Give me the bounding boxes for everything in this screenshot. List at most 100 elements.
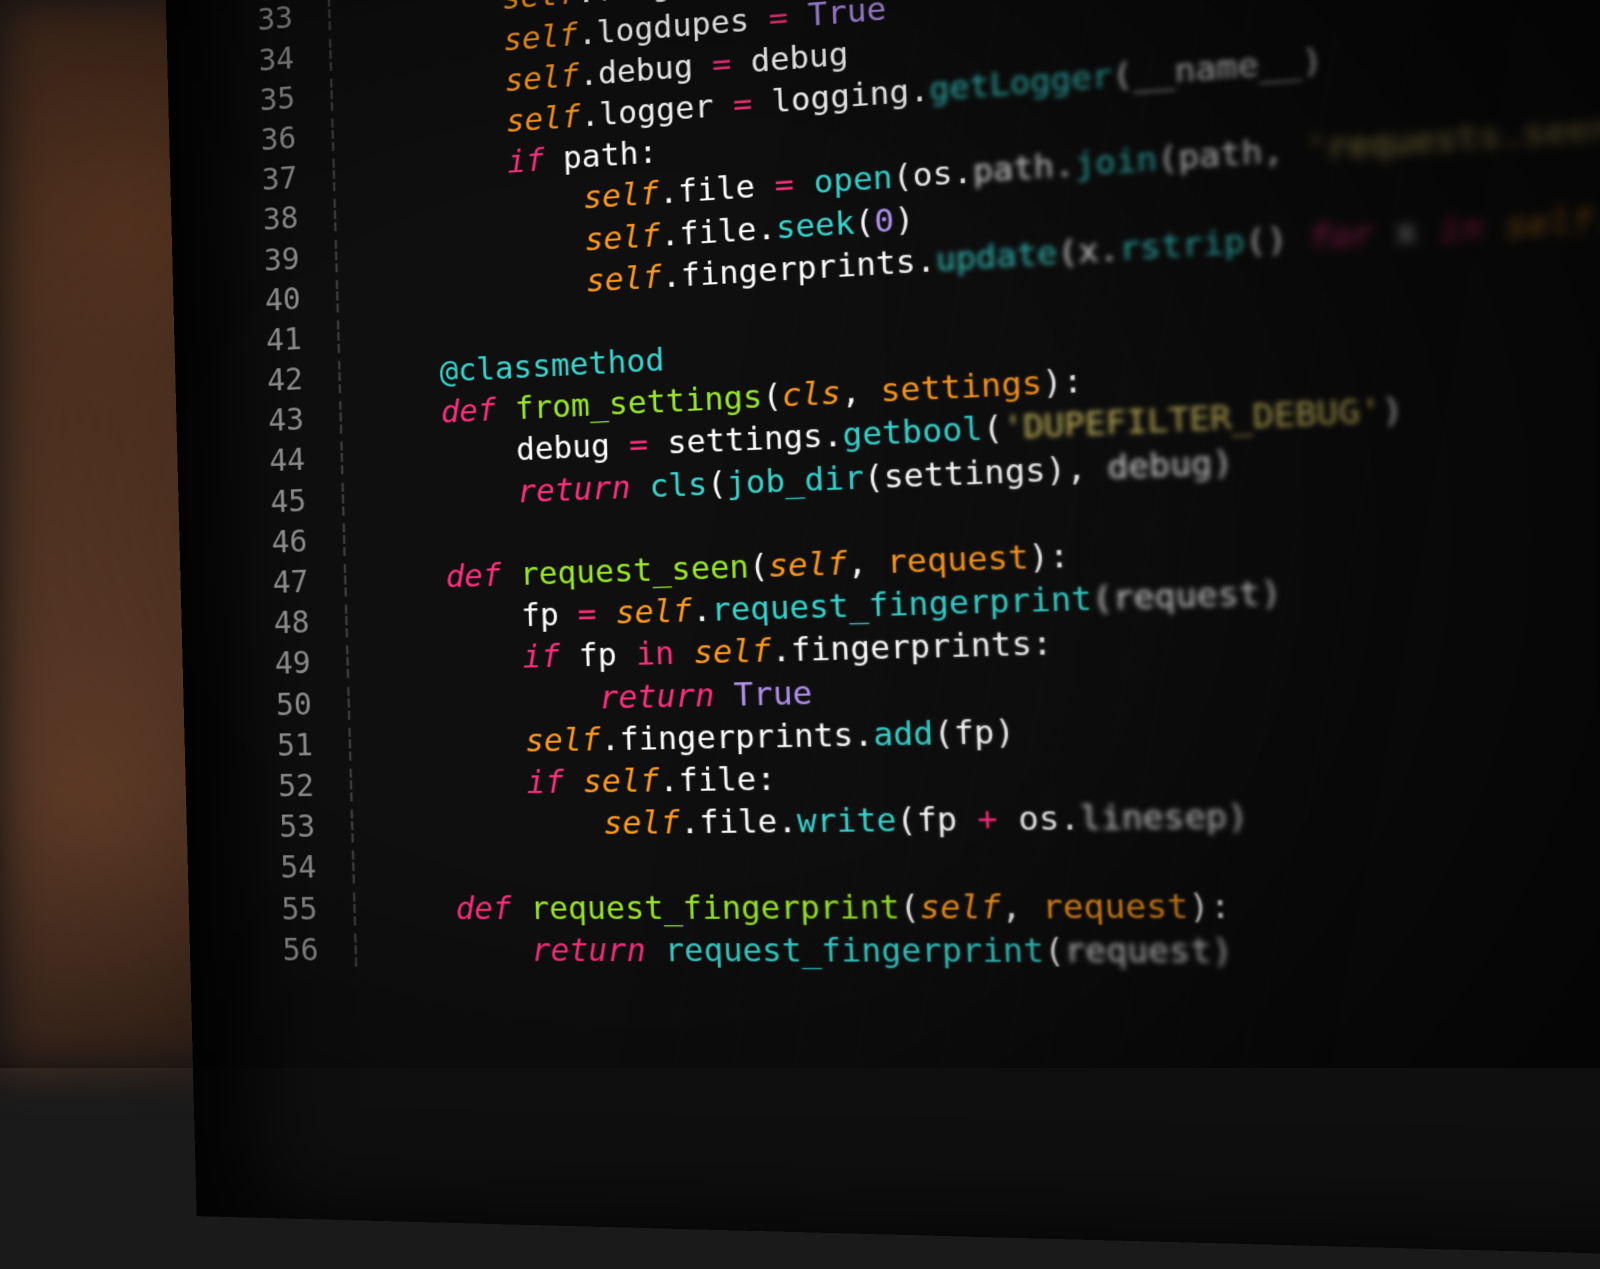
token-self: self bbox=[693, 633, 772, 672]
token-pun: . bbox=[661, 258, 681, 295]
token-self: self bbox=[768, 546, 848, 586]
code-line[interactable]: 56┆ return request_fingerprint(request) bbox=[189, 929, 1600, 976]
token-pun: . bbox=[1053, 147, 1075, 186]
token-pun: . bbox=[579, 56, 599, 93]
token-id: path bbox=[1177, 134, 1263, 178]
token-call: add bbox=[873, 715, 935, 754]
token-pun: , bbox=[846, 544, 887, 583]
token-pun: . bbox=[771, 633, 792, 671]
indent-guide: ┆ bbox=[340, 726, 377, 762]
token-id: debug bbox=[1107, 445, 1213, 487]
token-kw: def bbox=[440, 392, 515, 431]
indent-guide: ┆ bbox=[343, 809, 380, 845]
token-pun: . bbox=[600, 721, 620, 758]
token-pun: ) bbox=[1259, 575, 1282, 614]
line-number: 51 bbox=[184, 725, 341, 768]
indent-guide: ┆ bbox=[332, 440, 369, 477]
token-pun: . bbox=[777, 804, 798, 841]
token-pun bbox=[674, 635, 695, 672]
token-kw2: in bbox=[635, 636, 675, 674]
token-pun: . bbox=[679, 805, 700, 842]
token-kw: def bbox=[455, 890, 531, 927]
token-pun bbox=[731, 44, 752, 82]
code-area[interactable]: 31┆ def __init__(self, path=None, debug=… bbox=[164, 0, 1600, 976]
token-op: = bbox=[774, 167, 795, 205]
indent-guide: ┆ bbox=[339, 685, 376, 722]
token-pun bbox=[558, 597, 578, 634]
token-self: self bbox=[603, 805, 681, 843]
line-number: 50 bbox=[183, 684, 340, 728]
token-pun: ), bbox=[1045, 449, 1108, 489]
token-pun: ) bbox=[1226, 798, 1249, 837]
token-id: linesep bbox=[1079, 798, 1228, 838]
token-pun: ) bbox=[1300, 42, 1323, 82]
indent-guide: ┆ bbox=[320, 0, 357, 33]
indent-guide: ┆ bbox=[344, 850, 381, 886]
token-pun: : bbox=[1031, 626, 1053, 664]
token-pun: . bbox=[577, 15, 597, 52]
code-line[interactable]: 55┆ def request_fingerprint(self, reques… bbox=[188, 883, 1600, 931]
token-kw: return bbox=[517, 469, 650, 511]
token-pun: . bbox=[576, 0, 596, 11]
token-pun: ): bbox=[1041, 363, 1084, 403]
token-id: fp bbox=[916, 802, 958, 840]
token-self: self bbox=[503, 17, 579, 59]
token-pun bbox=[713, 87, 734, 125]
line-number: 55 bbox=[188, 889, 346, 930]
token-pun: ( bbox=[892, 158, 913, 196]
token-id: settings bbox=[883, 452, 1046, 496]
token-kw: for bbox=[1308, 214, 1396, 258]
token-self: self bbox=[919, 888, 1002, 926]
token-pun: . bbox=[580, 97, 600, 134]
token-pun bbox=[749, 1, 770, 39]
token-call: join bbox=[1074, 141, 1158, 184]
indent-guide: ┆ bbox=[345, 891, 382, 927]
token-call: request_fingerprint bbox=[664, 932, 1044, 970]
token-arg: settings bbox=[880, 365, 1043, 410]
indent-guide: ┆ bbox=[342, 767, 379, 803]
token-id: fp bbox=[521, 597, 560, 634]
token-pun: : bbox=[638, 134, 658, 171]
token-self: self bbox=[582, 763, 660, 801]
indent-guide: ┆ bbox=[328, 277, 365, 314]
indent-guide: ┆ bbox=[327, 237, 364, 274]
token-pun: , bbox=[1262, 131, 1306, 172]
token-pun: , bbox=[1000, 888, 1043, 926]
token-self: self bbox=[525, 722, 602, 760]
token-num: 0 bbox=[874, 202, 895, 240]
line-number: 47 bbox=[180, 562, 337, 608]
token-pun: ): bbox=[1188, 887, 1232, 926]
token-pun: . bbox=[822, 418, 843, 456]
token-kw: return bbox=[599, 677, 735, 717]
token-pun: ( bbox=[933, 715, 955, 753]
token-pun: ): bbox=[1028, 538, 1071, 577]
token-pun: . bbox=[659, 763, 679, 800]
token-pun: . bbox=[658, 175, 678, 212]
token-kw: in bbox=[1438, 207, 1506, 250]
token-pun: ( bbox=[1111, 56, 1133, 95]
token-call: rstrip bbox=[1119, 223, 1246, 269]
token-call: request_fingerprint bbox=[711, 581, 1093, 630]
indent-guide: ┆ bbox=[324, 156, 361, 194]
indent-guide: ┆ bbox=[321, 35, 358, 73]
token-op: = bbox=[577, 596, 597, 633]
indent-guide: ┆ bbox=[326, 197, 363, 235]
token-op: = bbox=[628, 427, 648, 464]
token-kw: def bbox=[445, 557, 520, 595]
token-self: self bbox=[585, 259, 662, 300]
token-op: = bbox=[768, 0, 789, 37]
token-pun: ) bbox=[1211, 932, 1234, 971]
token-pun: ( bbox=[899, 889, 921, 927]
token-id: file bbox=[677, 169, 755, 211]
token-kw: return bbox=[531, 932, 666, 969]
token-id: debug bbox=[516, 429, 611, 469]
line-number: 45 bbox=[178, 480, 334, 527]
token-id: x bbox=[1394, 211, 1439, 252]
indent-guide: ┆ bbox=[337, 603, 374, 640]
token-op: = bbox=[711, 45, 732, 83]
indent-guide: ┆ bbox=[346, 932, 384, 968]
line-number: 48 bbox=[181, 602, 338, 647]
token-id: file bbox=[679, 211, 757, 252]
token-pun: . bbox=[1059, 800, 1081, 838]
token-pun: ( bbox=[1157, 140, 1179, 179]
